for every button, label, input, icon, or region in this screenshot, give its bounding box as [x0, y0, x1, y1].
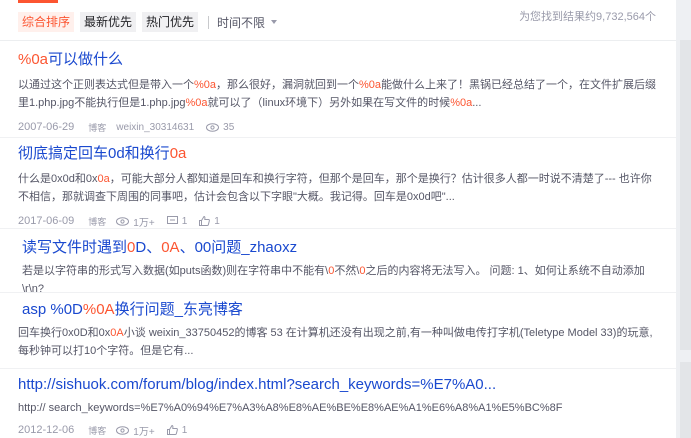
thumbs-up-icon	[166, 425, 178, 435]
text-segment: 什么是0x0d和0x	[18, 173, 98, 185]
result-date: 2012-12-06	[18, 424, 75, 436]
text-segment: http:// search_keywords=%E7%A0%94%E7%A3%…	[18, 402, 563, 414]
header-divider	[0, 40, 676, 41]
result-item-5: http://sishuok.com/forum/blog/index.html…	[18, 375, 658, 438]
result-date: 2007-06-29	[18, 121, 75, 133]
result-item-3: 读写文件时遇到0D、0A、00问题_zhaoxz 若是以字符串的形式写入数据(如…	[22, 238, 662, 298]
result-item-1: %0a可以做什么 以通过这个正则表达式但是带入一个%0a，那么很好，漏洞就回到一…	[18, 50, 658, 134]
result-meta: 2017-06-09 博客 1万+ 1 1	[18, 214, 658, 229]
comments-value: 1	[181, 215, 188, 227]
time-filter-dropdown[interactable]: 时间不限	[217, 14, 278, 31]
text-segment: 以通过这个正则表达式但是带入一个	[18, 79, 194, 91]
text-segment: D、	[135, 239, 162, 256]
search-results-panel: 综合排序 最新优先 热门优先 时间不限 为您找到结果约9,732,564个 %0…	[0, 0, 676, 438]
text-segment: 若是以字符串的形式写入数据(如puts函数)则在字符串中不能有\	[22, 265, 329, 277]
result-description: 以通过这个正则表达式但是带入一个%0a，那么很好，漏洞就回到一个%0a能做什么上…	[18, 76, 658, 112]
result-title[interactable]: http://sishuok.com/forum/blog/index.html…	[18, 375, 658, 395]
sort-comprehensive-button[interactable]: 综合排序	[18, 12, 75, 32]
text-segment: 换行问题_东亮博客	[114, 301, 243, 318]
keyword-highlight: %0a	[194, 79, 217, 91]
result-type-tag: 博客	[88, 122, 107, 133]
sort-latest-button[interactable]: 最新优先	[80, 12, 137, 32]
result-type-tag: 博客	[88, 216, 107, 227]
likes-value: 1	[214, 215, 220, 227]
eye-icon	[116, 425, 130, 435]
result-separator	[0, 228, 676, 229]
author-name[interactable]: weixin_30314631	[116, 122, 194, 133]
keyword-highlight: %0a	[359, 79, 382, 91]
text-segment: 彻底搞定回车0d和换行	[18, 145, 170, 162]
result-count: 为您找到结果约9,732,564个	[519, 11, 656, 23]
likes-value: 1	[181, 424, 188, 436]
keyword-highlight: %0a	[450, 97, 473, 109]
result-meta: 2007-06-29 博客 weixin_30314631 35	[18, 120, 658, 134]
keyword-highlight: 0A	[161, 239, 180, 256]
keyword-highlight: 0a	[169, 145, 187, 162]
text-segment: 不然\	[334, 265, 360, 277]
result-type-tag: 博客	[88, 425, 107, 436]
eye-icon	[116, 216, 130, 226]
text-segment: 回车换行0x0D和0x	[18, 327, 111, 339]
text-segment: 读写文件时遇到	[22, 239, 128, 256]
views-count: 1万+	[116, 214, 155, 229]
filter-divider	[208, 15, 210, 29]
comment-icon	[166, 216, 178, 224]
text-segment: asp %0D	[22, 301, 83, 318]
likes-count[interactable]: 1	[166, 424, 188, 436]
keyword-highlight: 0A	[110, 327, 124, 339]
result-title[interactable]: asp %0D%0A换行问题_东亮博客	[22, 300, 662, 320]
views-count: 1万+	[116, 423, 155, 438]
caret-down-icon	[271, 20, 278, 24]
result-separator	[0, 137, 676, 138]
text-segment: ，那么很好，漏洞就回到一个	[216, 79, 360, 91]
text-segment: ...	[472, 97, 482, 109]
keyword-highlight: %0a	[18, 51, 49, 68]
thumbs-up-icon	[199, 216, 211, 226]
text-segment: ，可能大部分人都知道是回车和换行字符，但那个是回车，那个是换行？估计很多人都一时…	[18, 173, 652, 203]
result-date: 2017-06-09	[18, 215, 75, 227]
active-tab-indicator	[18, 0, 58, 3]
time-filter-label: 时间不限	[217, 15, 266, 30]
result-item-2: 彻底搞定回车0d和换行0a 什么是0x0d和0x0a，可能大部分人都知道是回车和…	[18, 144, 658, 229]
result-title[interactable]: %0a可以做什么	[18, 50, 658, 70]
text-segment: http://sishuok.com/forum/blog/index.html…	[18, 376, 497, 393]
result-description: http:// search_keywords=%E7%A0%94%E7%A3%…	[18, 399, 658, 417]
keyword-highlight: %0A	[82, 301, 115, 318]
views-value: 1万+	[133, 426, 155, 438]
text-segment: 、00问题_zhaoxz	[179, 239, 298, 256]
result-description: 什么是0x0d和0x0a，可能大部分人都知道是回车和换行字符，但那个是回车，那个…	[18, 170, 658, 206]
result-title[interactable]: 彻底搞定回车0d和换行0a	[18, 144, 658, 164]
result-separator	[0, 368, 676, 369]
result-title[interactable]: 读写文件时遇到0D、0A、00问题_zhaoxz	[22, 238, 662, 258]
eye-icon	[206, 122, 220, 132]
views-value: 1万+	[133, 217, 155, 229]
views-value: 35	[223, 121, 235, 133]
text-segment: 就可以了（linux环境下）另外如果在写文件的时候	[207, 97, 451, 109]
keyword-highlight: %0a	[185, 97, 208, 109]
keyword-highlight: 0a	[97, 173, 110, 185]
sort-popular-button[interactable]: 热门优先	[142, 12, 199, 32]
sidebar-card	[680, 40, 691, 350]
likes-count[interactable]: 1	[199, 216, 220, 227]
views-count: 35	[206, 122, 234, 133]
result-description: 回车换行0x0D和0x0A小谈 weixin_33750452的博客 53 在计…	[18, 324, 662, 360]
result-item-4: asp %0D%0A换行问题_东亮博客 回车换行0x0D和0x0A小谈 weix…	[18, 300, 662, 360]
sidebar-card	[680, 362, 691, 438]
text-segment: 可以做什么	[48, 51, 124, 68]
comments-count[interactable]: 1	[166, 215, 188, 227]
right-sidebar-edge	[676, 0, 691, 438]
result-separator	[0, 292, 676, 293]
result-meta: 2012-12-06 博客 1万+ 1	[18, 423, 658, 438]
